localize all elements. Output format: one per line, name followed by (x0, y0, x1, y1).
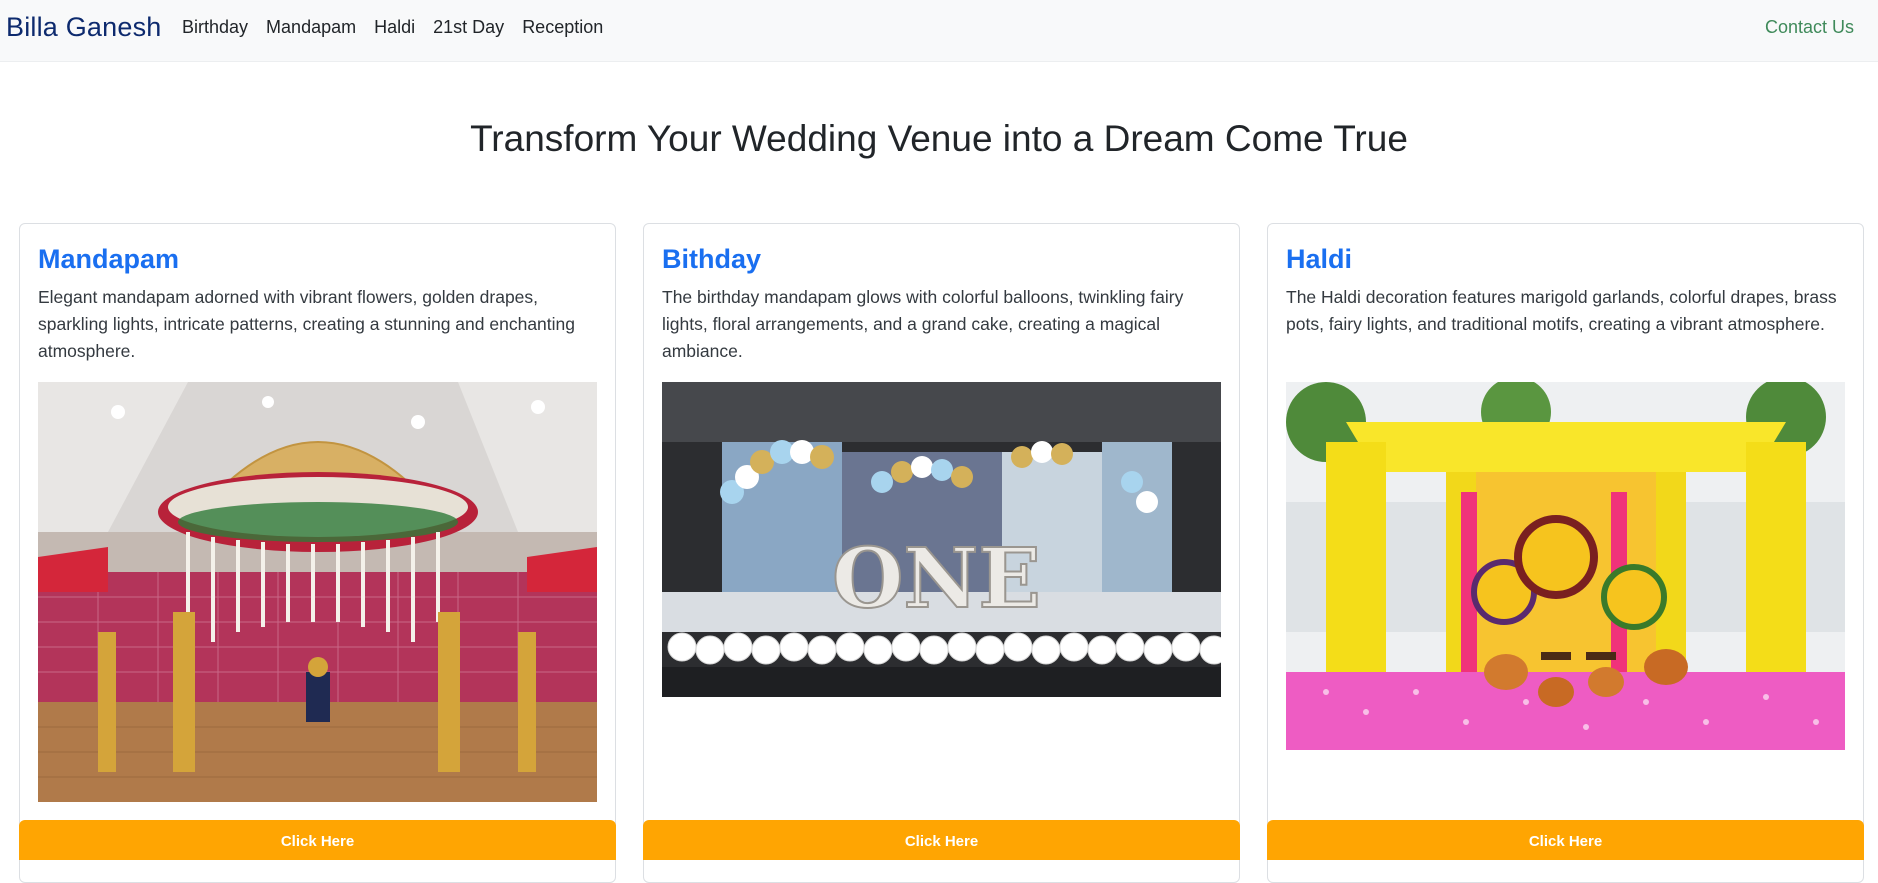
birthday-click-button[interactable]: Click Here (643, 820, 1240, 860)
nav-link-birthday[interactable]: Birthday (182, 17, 248, 38)
card-description: The birthday mandapam glows with colorfu… (662, 287, 1184, 361)
card-title: Haldi (1286, 244, 1353, 274)
nav-link-haldi[interactable]: Haldi (374, 17, 415, 38)
nav-link-mandapam[interactable]: Mandapam (266, 17, 356, 38)
card-haldi: Haldi The Haldi decoration features mari… (1267, 223, 1864, 883)
card-title: Bithday (662, 244, 762, 274)
card-title: Mandapam (38, 244, 180, 274)
card-birthday: Bithday The birthday mandapam glows with… (643, 223, 1240, 883)
nav-links: Birthday Mandapam Haldi 21st Day Recepti… (182, 17, 621, 38)
nav-link-reception[interactable]: Reception (522, 17, 603, 38)
card-description: The Haldi decoration features marigold g… (1286, 287, 1837, 334)
mandapam-image (38, 382, 597, 802)
brand-logo[interactable]: Billa Ganesh (6, 12, 162, 43)
svg-text:ONE: ONE (832, 531, 1041, 627)
haldi-image (1286, 382, 1845, 750)
haldi-click-button[interactable]: Click Here (1267, 820, 1864, 860)
birthday-image: ONE (662, 382, 1221, 697)
contact-us-link[interactable]: Contact Us (1765, 17, 1854, 38)
card-description: Elegant mandapam adorned with vibrant fl… (38, 287, 575, 361)
card-mandapam: Mandapam Elegant mandapam adorned with v… (19, 223, 616, 883)
page-title: Transform Your Wedding Venue into a Drea… (470, 118, 1408, 159)
nav-link-21st-day[interactable]: 21st Day (433, 17, 504, 38)
mandapam-click-button[interactable]: Click Here (19, 820, 616, 860)
navbar: Billa Ganesh Birthday Mandapam Haldi 21s… (0, 0, 1878, 62)
